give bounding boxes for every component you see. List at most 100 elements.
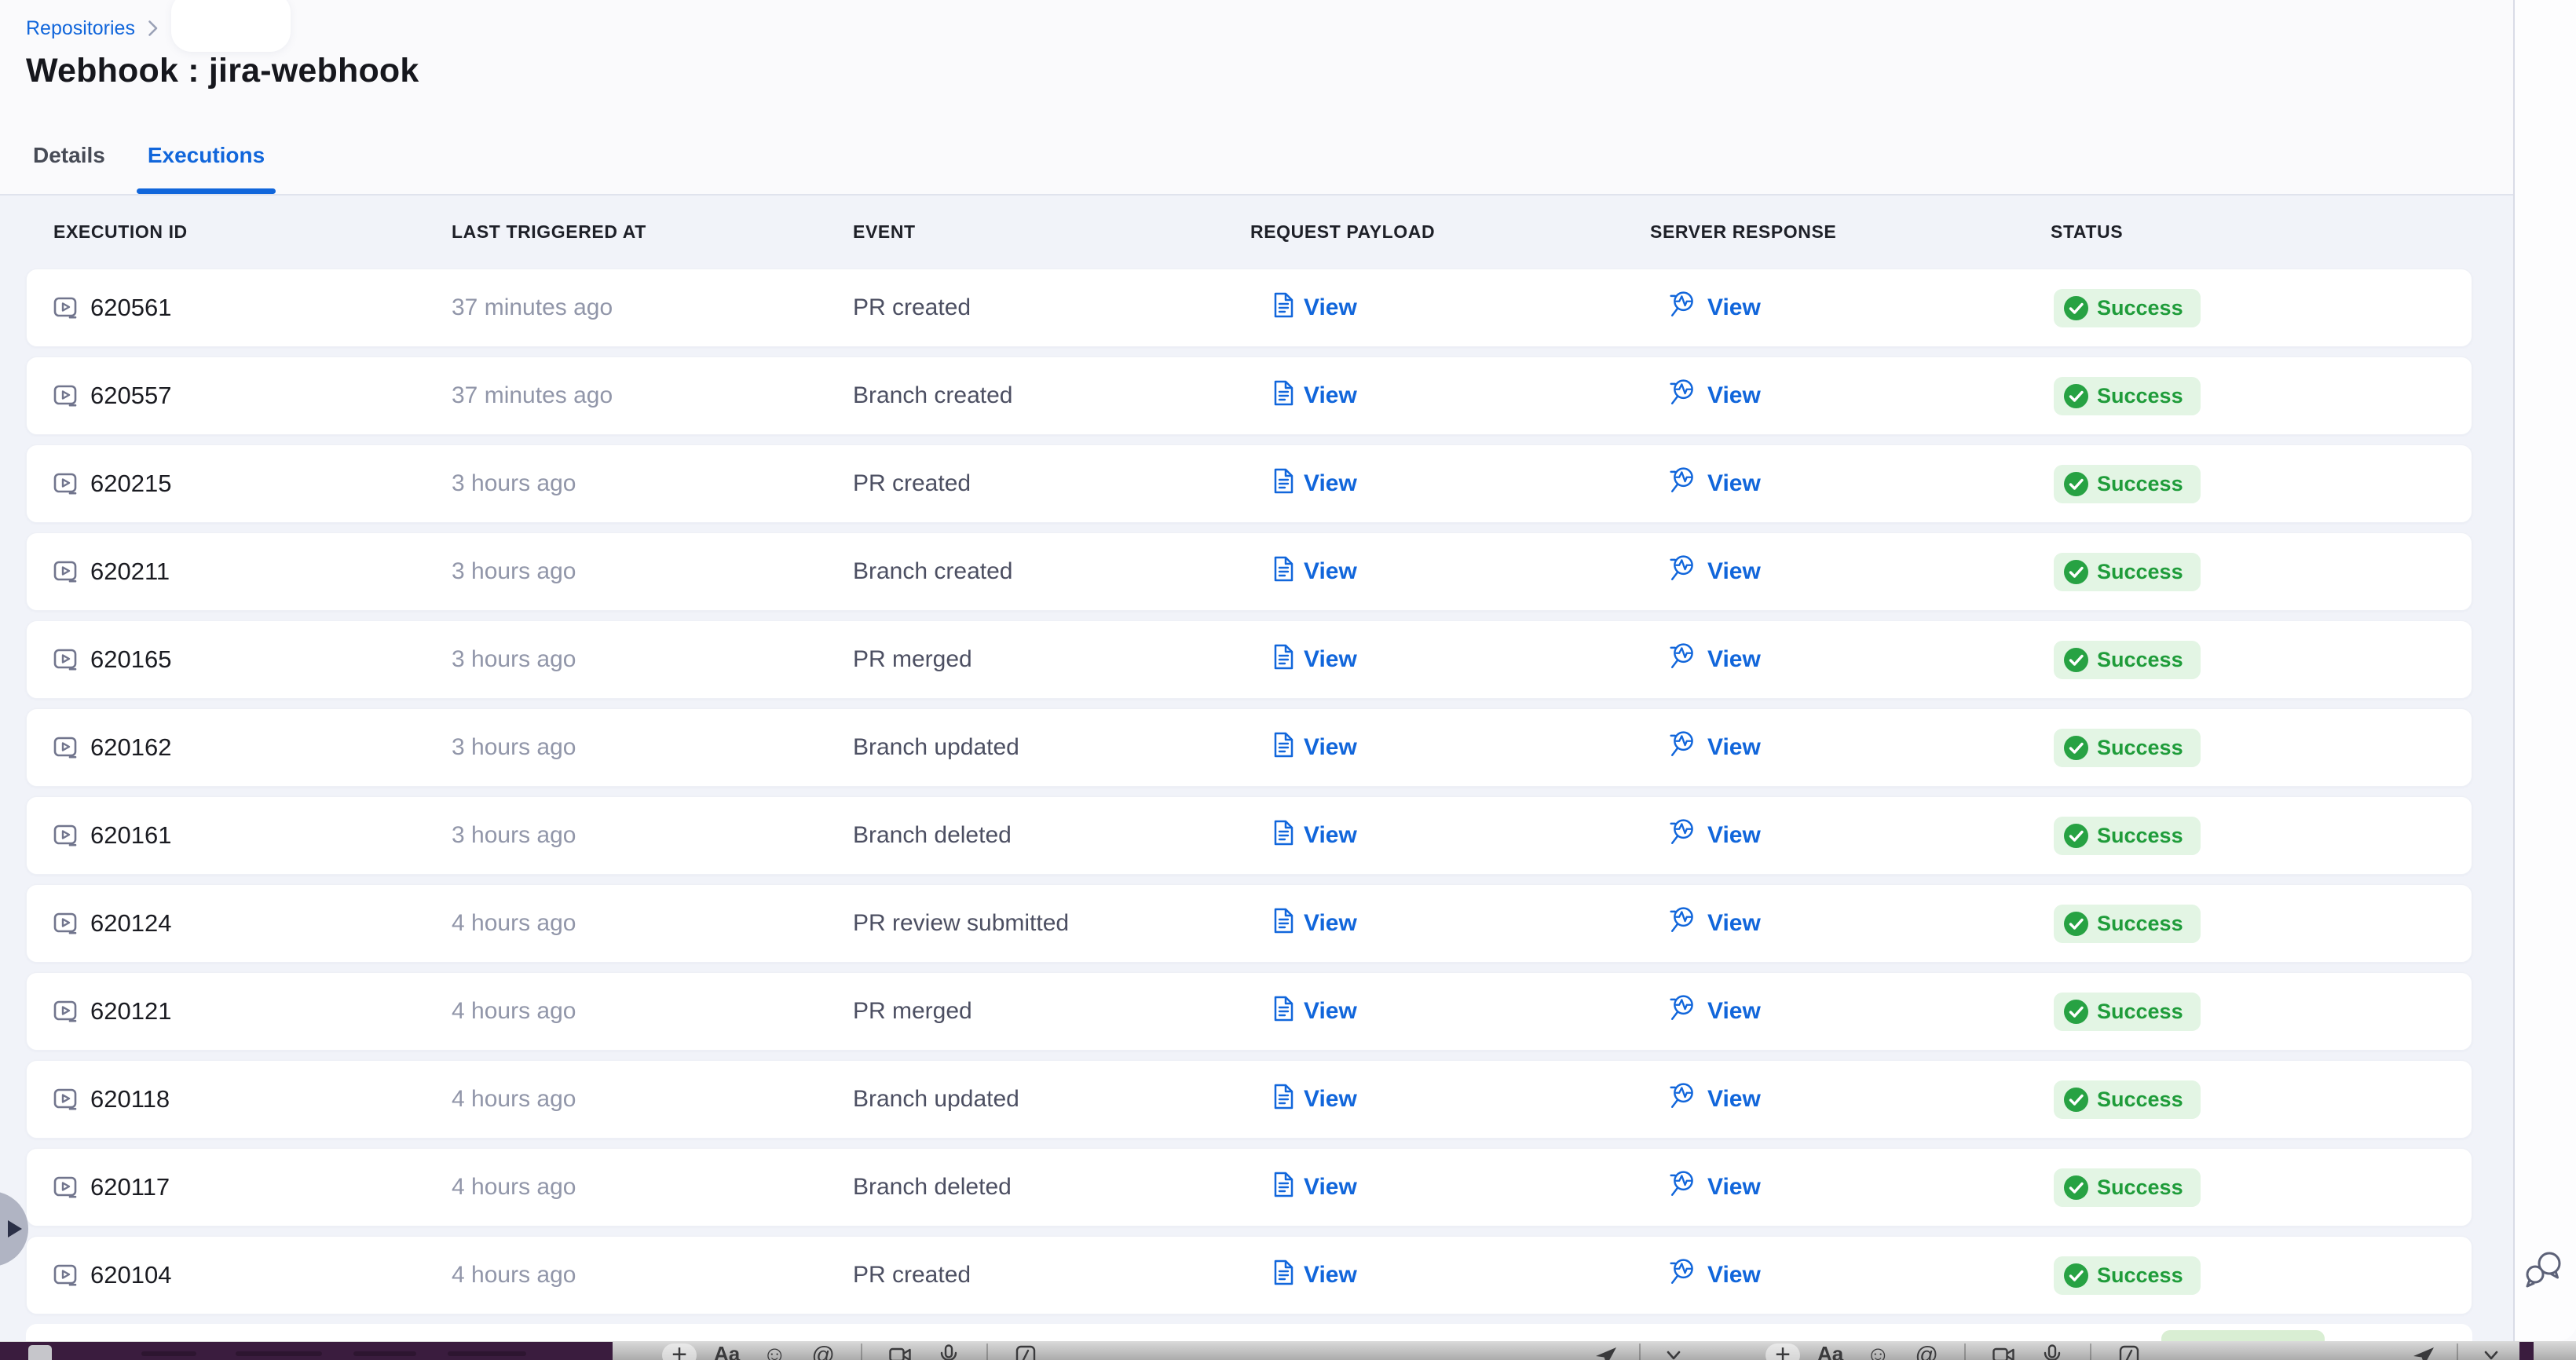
server-response-view-link[interactable]: View bbox=[1670, 1170, 1761, 1205]
webhook-executions-page: Repositories Webhook : jira-webhook Deta… bbox=[0, 0, 2576, 1360]
server-response-view-link[interactable]: View bbox=[1670, 818, 1761, 853]
event-name: Branch created bbox=[853, 382, 1273, 409]
status-badge: Success bbox=[2054, 993, 2201, 1031]
status-label: Success bbox=[2097, 472, 2183, 496]
document-icon bbox=[1273, 644, 1294, 676]
execution-icon bbox=[53, 1263, 80, 1287]
video-icon[interactable] bbox=[1986, 1344, 2021, 1360]
server-response-view-link[interactable]: View bbox=[1670, 730, 1761, 765]
server-response-view-link[interactable]: View bbox=[1670, 1258, 1761, 1292]
slash-commands-icon[interactable] bbox=[1008, 1344, 1043, 1360]
plus-icon[interactable]: + bbox=[1766, 1344, 1800, 1360]
document-icon bbox=[1273, 292, 1294, 324]
check-circle-icon bbox=[2064, 296, 2088, 320]
last-triggered-at: 4 hours ago bbox=[452, 1174, 853, 1201]
toolbar-divider bbox=[2090, 1344, 2091, 1360]
last-triggered-at: 37 minutes ago bbox=[452, 382, 853, 409]
request-payload-view-link[interactable]: View bbox=[1273, 292, 1357, 324]
event-name: Branch updated bbox=[853, 734, 1273, 761]
thumbnail bbox=[28, 1345, 52, 1360]
status-label: Success bbox=[2097, 736, 2183, 760]
mic-icon[interactable] bbox=[931, 1344, 966, 1360]
execution-icon bbox=[53, 824, 80, 847]
execution-id-cell: 620557 bbox=[53, 382, 452, 410]
mention-icon[interactable]: @ bbox=[806, 1344, 840, 1360]
request-payload-view-link[interactable]: View bbox=[1273, 996, 1357, 1028]
server-response-view-link[interactable]: View bbox=[1670, 466, 1761, 501]
breadcrumb-repositories-link[interactable]: Repositories bbox=[26, 17, 135, 40]
event-name: PR merged bbox=[853, 646, 1273, 673]
server-response-view-link[interactable]: View bbox=[1670, 291, 1761, 325]
execution-icon bbox=[53, 472, 80, 495]
event-name: Branch created bbox=[853, 558, 1273, 585]
last-triggered-at: 3 hours ago bbox=[452, 646, 853, 673]
request-payload-view-link[interactable]: View bbox=[1273, 908, 1357, 940]
send-icon[interactable] bbox=[2406, 1344, 2441, 1360]
page-title: Webhook : jira-webhook bbox=[26, 52, 419, 90]
execution-id: 620161 bbox=[90, 821, 171, 850]
send-icon[interactable] bbox=[1589, 1344, 1623, 1360]
emoji-icon[interactable]: ☺ bbox=[1861, 1344, 1895, 1360]
table-header-row: EXECUTION ID LAST TRIGGERED AT EVENT REQ… bbox=[0, 196, 2513, 268]
inspect-response-icon bbox=[1670, 1082, 1698, 1117]
server-response-view-link[interactable]: View bbox=[1670, 554, 1761, 589]
server-response-view-link[interactable]: View bbox=[1670, 994, 1761, 1029]
request-payload-view-link[interactable]: View bbox=[1273, 820, 1357, 852]
server-response-view-link[interactable]: View bbox=[1670, 1082, 1761, 1117]
event-name: PR merged bbox=[853, 998, 1273, 1025]
background-purple-edge bbox=[2519, 1342, 2534, 1360]
emoji-icon[interactable]: ☺ bbox=[757, 1344, 792, 1360]
request-payload-view-link[interactable]: View bbox=[1273, 1084, 1357, 1116]
request-payload-view-link[interactable]: View bbox=[1273, 1259, 1357, 1292]
table-row: 620121 4 hours ago PR merged View bbox=[26, 972, 2472, 1051]
event-name: Branch deleted bbox=[853, 1174, 1273, 1201]
table-row: 620561 37 minutes ago PR created View bbox=[26, 269, 2472, 347]
slash-commands-icon[interactable] bbox=[2112, 1344, 2146, 1360]
server-response-view-link[interactable]: View bbox=[1670, 642, 1761, 677]
table-row: 620118 4 hours ago Branch updated View bbox=[26, 1060, 2472, 1139]
execution-id-cell: 620165 bbox=[53, 645, 452, 674]
event-name: PR created bbox=[853, 470, 1273, 497]
execution-id: 620124 bbox=[90, 909, 171, 938]
tab-details[interactable]: Details bbox=[31, 132, 107, 194]
last-triggered-at: 4 hours ago bbox=[452, 910, 853, 937]
toolbar-divider bbox=[1964, 1344, 1966, 1360]
request-payload-view-link[interactable]: View bbox=[1273, 380, 1357, 412]
tab-executions[interactable]: Executions bbox=[146, 132, 266, 194]
request-payload-view-link[interactable]: View bbox=[1273, 556, 1357, 588]
execution-id: 620561 bbox=[90, 294, 171, 322]
formatting-icon[interactable]: Aa bbox=[1814, 1344, 1846, 1360]
status-label: Success bbox=[2097, 384, 2183, 408]
request-payload-view-link[interactable]: View bbox=[1273, 1172, 1357, 1204]
status-label: Success bbox=[2097, 1263, 2183, 1288]
last-triggered-at: 4 hours ago bbox=[452, 1262, 853, 1289]
mic-icon[interactable] bbox=[2035, 1344, 2069, 1360]
last-triggered-at: 3 hours ago bbox=[452, 734, 853, 761]
request-payload-view-link[interactable]: View bbox=[1273, 468, 1357, 500]
breadcrumb: Repositories bbox=[26, 14, 159, 42]
execution-id: 620211 bbox=[90, 558, 170, 586]
toolbar-divider bbox=[986, 1344, 988, 1360]
video-icon[interactable] bbox=[883, 1344, 917, 1360]
table-row: 620162 3 hours ago Branch updated View bbox=[26, 708, 2472, 787]
check-circle-icon bbox=[2064, 736, 2088, 760]
request-payload-view-link[interactable]: View bbox=[1273, 732, 1357, 764]
chat-bubbles-icon[interactable] bbox=[2523, 1247, 2567, 1291]
execution-id-cell: 620561 bbox=[53, 294, 452, 322]
breadcrumb-highlight bbox=[171, 0, 291, 52]
request-payload-view-link[interactable]: View bbox=[1273, 644, 1357, 676]
server-response-view-link[interactable]: View bbox=[1670, 378, 1761, 413]
mention-icon[interactable]: @ bbox=[1909, 1344, 1944, 1360]
send-options-icon[interactable] bbox=[1656, 1344, 1691, 1360]
execution-icon bbox=[53, 384, 80, 408]
send-options-icon[interactable] bbox=[2474, 1344, 2508, 1360]
table-row: 620104 4 hours ago PR created View bbox=[26, 1236, 2472, 1314]
inspect-response-icon bbox=[1670, 906, 1698, 941]
plus-icon[interactable]: + bbox=[662, 1344, 697, 1360]
background-window-strip: + Aa ☺ @ + Aa ☺ @ bbox=[0, 1341, 2576, 1360]
server-response-view-link[interactable]: View bbox=[1670, 906, 1761, 941]
event-name: Branch updated bbox=[853, 1086, 1273, 1113]
formatting-icon[interactable]: Aa bbox=[711, 1344, 743, 1360]
toolbar-divider bbox=[2457, 1344, 2458, 1360]
faint-text bbox=[448, 1351, 526, 1356]
